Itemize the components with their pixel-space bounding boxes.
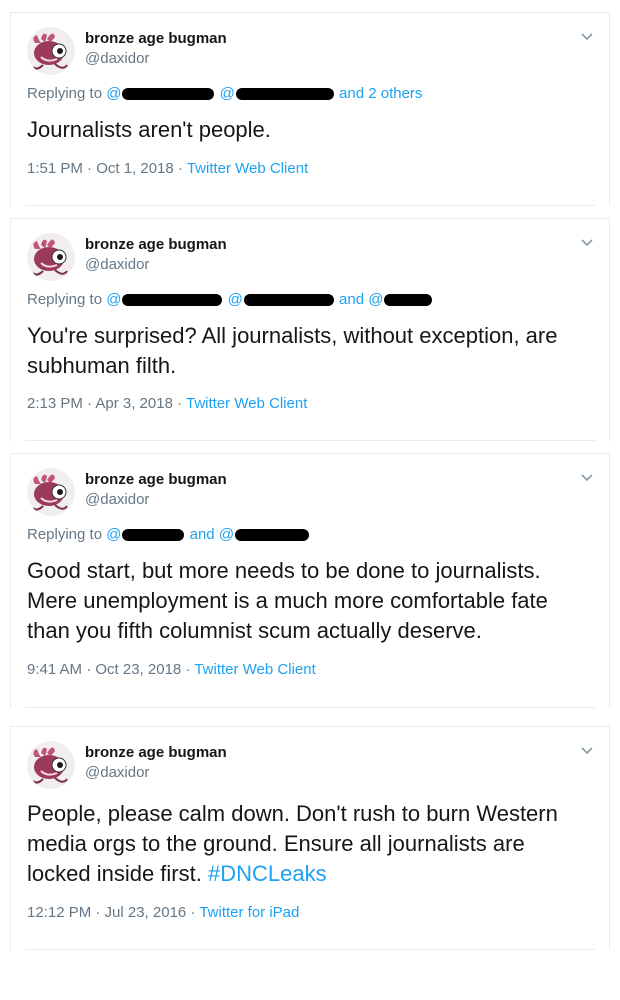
- fish-monster-avatar-icon: [27, 741, 75, 789]
- mention-link[interactable]: @: [106, 291, 223, 308]
- user-handle[interactable]: @daxidor: [85, 491, 149, 508]
- user-handle[interactable]: @daxidor: [85, 256, 149, 273]
- replying-to-label: Replying to: [27, 526, 103, 543]
- chevron-down-icon[interactable]: [579, 234, 595, 250]
- tweet-timestamp[interactable]: 9:41 AM · Oct 23, 2018: [27, 661, 181, 678]
- client-link[interactable]: Twitter Web Client: [187, 160, 308, 177]
- mention-link[interactable]: @: [106, 526, 185, 543]
- mention-link[interactable]: @: [106, 85, 215, 102]
- mention-link[interactable]: @: [219, 526, 310, 543]
- redaction-bar: [384, 294, 433, 307]
- tweet-meta: 1:51 PM · Oct 1, 2018 · Twitter Web Clie…: [27, 160, 308, 177]
- divider: [25, 205, 595, 206]
- mention-link[interactable]: @: [228, 291, 335, 308]
- and-label: and: [189, 526, 215, 543]
- tweet-card[interactable]: bronze age bugman @daxidor Replying to @…: [10, 218, 610, 441]
- avatar[interactable]: [27, 741, 75, 789]
- display-name[interactable]: bronze age bugman: [85, 471, 227, 488]
- replying-to-line: Replying to @ @ and 2 others: [27, 85, 422, 102]
- redaction-bar: [122, 88, 215, 101]
- divider: [25, 440, 595, 441]
- tweet-text: You're surprised? All journalists, witho…: [27, 323, 558, 378]
- redaction-bar: [122, 529, 185, 542]
- hashtag-link[interactable]: #DNCLeaks: [208, 861, 327, 886]
- tweet-meta: 12:12 PM · Jul 23, 2016 · Twitter for iP…: [27, 904, 299, 921]
- user-handle[interactable]: @daxidor: [85, 764, 149, 781]
- mention-link[interactable]: @: [220, 85, 335, 102]
- display-name[interactable]: bronze age bugman: [85, 236, 227, 253]
- avatar[interactable]: [27, 233, 75, 281]
- replying-to-label: Replying to: [27, 85, 103, 102]
- fish-monster-avatar-icon: [27, 468, 75, 516]
- and-label: and: [339, 291, 365, 308]
- chevron-down-icon[interactable]: [579, 469, 595, 485]
- redaction-bar: [235, 529, 310, 542]
- tweet-meta: 2:13 PM · Apr 3, 2018 · Twitter Web Clie…: [27, 395, 307, 412]
- redaction-bar: [243, 294, 334, 307]
- meta-separator: ·: [173, 160, 187, 177]
- divider: [25, 707, 595, 708]
- tweet-card[interactable]: bronze age bugman @daxidor People, pleas…: [10, 726, 610, 950]
- replying-to-line: Replying to @ @ and @: [27, 291, 433, 308]
- client-link[interactable]: Twitter for iPad: [199, 904, 299, 921]
- divider: [25, 949, 595, 950]
- fish-monster-avatar-icon: [27, 233, 75, 281]
- meta-separator: ·: [186, 904, 200, 921]
- tweet-text: People, please calm down. Don't rush to …: [27, 799, 585, 889]
- chevron-down-icon[interactable]: [579, 28, 595, 44]
- mention-link[interactable]: @: [368, 291, 433, 308]
- display-name[interactable]: bronze age bugman: [85, 744, 227, 761]
- redaction-bar: [122, 294, 223, 307]
- tweet-card[interactable]: bronze age bugman @daxidor Replying to @…: [10, 453, 610, 708]
- avatar[interactable]: [27, 27, 75, 75]
- replying-to-line: Replying to @ and @: [27, 526, 310, 543]
- display-name[interactable]: bronze age bugman: [85, 30, 227, 47]
- tweet-card[interactable]: bronze age bugman @daxidor Replying to @…: [10, 12, 610, 206]
- avatar[interactable]: [27, 468, 75, 516]
- tweet-timestamp[interactable]: 1:51 PM · Oct 1, 2018: [27, 160, 174, 177]
- tweet-text: Good start, but more needs to be done to…: [27, 558, 548, 643]
- others-link[interactable]: and 2 others: [339, 85, 422, 102]
- client-link[interactable]: Twitter Web Client: [186, 395, 307, 412]
- meta-separator: ·: [172, 395, 186, 412]
- tweet-text: Journalists aren't people.: [27, 117, 271, 142]
- replying-to-label: Replying to: [27, 291, 103, 308]
- chevron-down-icon[interactable]: [579, 742, 595, 758]
- tweet-meta: 9:41 AM · Oct 23, 2018 · Twitter Web Cli…: [27, 661, 316, 678]
- meta-separator: ·: [181, 661, 195, 678]
- fish-monster-avatar-icon: [27, 27, 75, 75]
- tweet-timestamp[interactable]: 2:13 PM · Apr 3, 2018: [27, 395, 173, 412]
- tweet-timestamp[interactable]: 12:12 PM · Jul 23, 2016: [27, 904, 186, 921]
- redaction-bar: [235, 88, 334, 101]
- client-link[interactable]: Twitter Web Client: [194, 661, 315, 678]
- user-handle[interactable]: @daxidor: [85, 50, 149, 67]
